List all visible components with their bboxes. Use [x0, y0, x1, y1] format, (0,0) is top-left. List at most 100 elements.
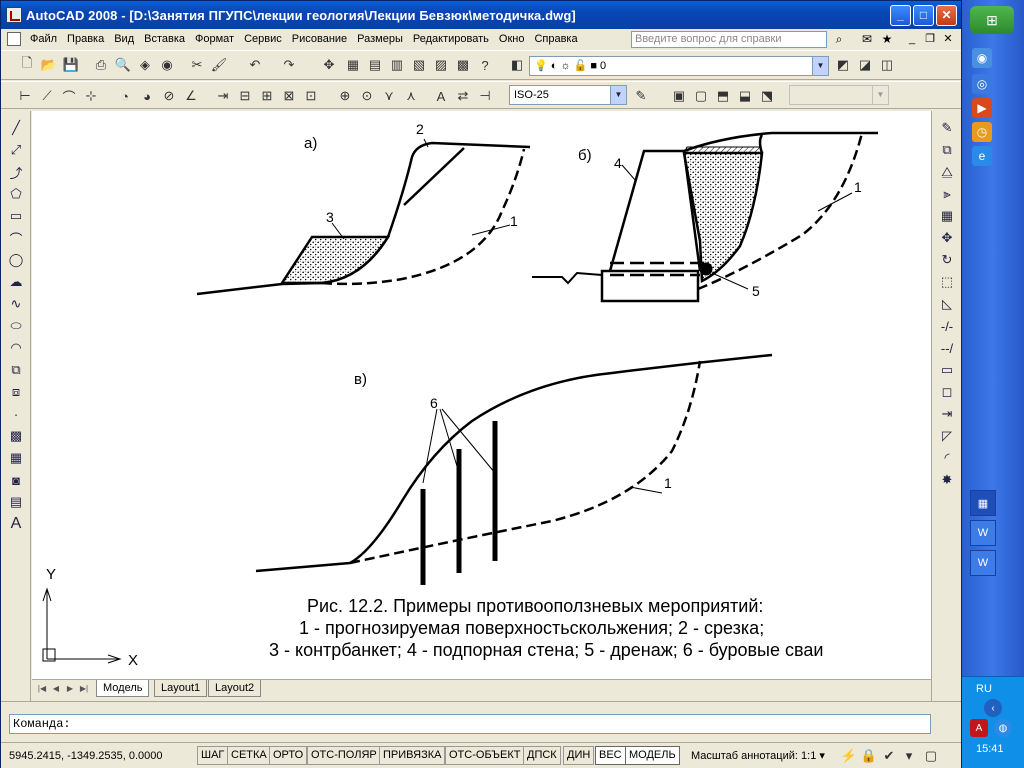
tab-layout2[interactable]: Layout2: [208, 680, 262, 697]
line-icon[interactable]: ╱: [7, 119, 25, 137]
layer-states-icon[interactable]: ◫: [877, 55, 897, 75]
spline-icon[interactable]: ∿: [7, 295, 25, 313]
insert-block-icon[interactable]: ⧉: [7, 361, 25, 379]
maximize-button[interactable]: □: [913, 4, 934, 26]
gradient-icon[interactable]: ▦: [7, 449, 25, 467]
region-icon[interactable]: ◙: [7, 471, 25, 489]
multiline-text-icon[interactable]: A: [7, 515, 25, 533]
3d-dwf-icon[interactable]: ◉: [157, 55, 177, 75]
network-tray-icon[interactable]: ◍: [994, 719, 1012, 737]
diameter-dim-icon[interactable]: ⊘: [159, 86, 179, 106]
task-word-1[interactable]: W: [970, 520, 996, 546]
minimize-button[interactable]: _: [890, 4, 911, 26]
arc-length-icon[interactable]: ⌒: [59, 86, 79, 106]
menu-format[interactable]: Формат: [190, 29, 239, 49]
menu-modify[interactable]: Редактировать: [408, 29, 494, 49]
linear-dim-icon[interactable]: ⊢: [15, 86, 35, 106]
doc-close-icon[interactable]: ✕: [941, 32, 955, 46]
new-file-icon[interactable]: 🗋: [17, 55, 37, 75]
doc-restore-icon[interactable]: ❐: [923, 32, 937, 46]
offset-icon[interactable]: ⫸: [938, 185, 956, 203]
tolerance-icon[interactable]: ⊡: [301, 86, 321, 106]
center-mark-icon[interactable]: ⊕: [335, 86, 355, 106]
stretch-icon[interactable]: ◺: [938, 295, 956, 313]
quick-dim-icon[interactable]: ⇥: [213, 86, 233, 106]
first-tab-icon[interactable]: |◀: [36, 682, 48, 695]
help-icon[interactable]: ?: [475, 55, 495, 75]
task-word-2[interactable]: W: [970, 550, 996, 576]
point-icon[interactable]: ·: [7, 405, 25, 423]
tab-layout1[interactable]: Layout1: [154, 680, 208, 697]
quick-leader-icon[interactable]: ⊠: [279, 86, 299, 106]
polygon-icon[interactable]: ⬠: [7, 185, 25, 203]
model-toggle[interactable]: МОДЕЛЬ: [625, 746, 680, 765]
revision-cloud-icon[interactable]: ☁: [7, 273, 25, 291]
chevron-down-icon[interactable]: ▼: [610, 86, 626, 104]
menu-draw[interactable]: Рисование: [287, 29, 352, 49]
drawing-canvas[interactable]: а) 2 3 1 б) 4 5 1 в) 6 1 Y X Рис. 12.2. …: [32, 111, 931, 679]
move-icon[interactable]: ✥: [938, 229, 956, 247]
ducs-toggle[interactable]: ДПСК: [523, 746, 561, 765]
hatch-icon[interactable]: ▩: [7, 427, 25, 445]
dim-style-icon[interactable]: ⊣: [475, 86, 495, 106]
last-tab-icon[interactable]: ▶|: [78, 682, 90, 695]
radius-dim-icon[interactable]: ◔: [115, 86, 135, 106]
polar-toggle[interactable]: ОТС-ПОЛЯР: [307, 746, 381, 765]
osnap-toggle[interactable]: ПРИВЯЗКА: [379, 746, 446, 765]
extend-icon[interactable]: --/: [938, 339, 956, 357]
erase-icon[interactable]: ✎: [938, 119, 956, 137]
toolbar-lock-icon[interactable]: 🔒: [859, 746, 879, 766]
properties-icon[interactable]: ▦: [343, 55, 363, 75]
pan-icon[interactable]: ✥: [319, 55, 339, 75]
scale-icon[interactable]: ⬚: [938, 273, 956, 291]
command-input[interactable]: Команда:: [9, 714, 931, 734]
chamfer-icon[interactable]: ◸: [938, 427, 956, 445]
chevron-down-icon[interactable]: ▼: [872, 86, 888, 104]
trim-icon[interactable]: -/-: [938, 317, 956, 335]
arc-icon[interactable]: ⌒: [7, 229, 25, 247]
inspection-icon[interactable]: ⊙: [357, 86, 377, 106]
continue-dim-icon[interactable]: ⊞: [257, 86, 277, 106]
make-block-icon[interactable]: ⧈: [7, 383, 25, 401]
viewport-icon[interactable]: ▣: [669, 86, 689, 106]
favorites-star-icon[interactable]: ★: [879, 31, 895, 47]
tab-model[interactable]: Модель: [96, 680, 150, 697]
viewport-scale-icon[interactable]: ⬔: [757, 86, 777, 106]
next-tab-icon[interactable]: ▶: [64, 682, 76, 695]
layer-manager-icon[interactable]: ◧: [507, 55, 527, 75]
close-button[interactable]: ✕: [936, 4, 957, 26]
rectangle-icon[interactable]: ▭: [7, 207, 25, 225]
mirror-icon[interactable]: ⧋: [938, 163, 956, 181]
status-menu-icon[interactable]: ▾: [899, 746, 919, 766]
angular-dim-icon[interactable]: ∠: [181, 86, 201, 106]
jogged-dim-icon[interactable]: ◕: [137, 86, 157, 106]
calculator-icon[interactable]: ▩: [453, 55, 473, 75]
annotation-scale[interactable]: Масштаб аннотаций: 1:1 ▾: [691, 747, 825, 765]
open-file-icon[interactable]: 📂: [39, 55, 59, 75]
ellipse-arc-icon[interactable]: ◠: [7, 339, 25, 357]
break-at-point-icon[interactable]: ▭: [938, 361, 956, 379]
task-autocad[interactable]: ▦: [970, 490, 996, 516]
document-icon[interactable]: [7, 32, 21, 46]
join-icon[interactable]: ⇥: [938, 405, 956, 423]
aligned-dim-icon[interactable]: ⟋: [37, 86, 57, 106]
circle-icon[interactable]: ◯: [7, 251, 25, 269]
tray-collapse-icon[interactable]: ‹: [984, 699, 1002, 717]
copy-icon[interactable]: ⧉: [938, 141, 956, 159]
menu-dimension[interactable]: Размеры: [352, 29, 408, 49]
layer-previous-icon[interactable]: ◪: [855, 55, 875, 75]
snap-toggle[interactable]: ШАГ: [197, 746, 229, 765]
tool-palettes-icon[interactable]: ▥: [387, 55, 407, 75]
start-button[interactable]: ⊞: [970, 6, 1014, 34]
break-icon[interactable]: ◻: [938, 383, 956, 401]
polygonal-viewport-icon[interactable]: ⬒: [713, 86, 733, 106]
prev-tab-icon[interactable]: ◀: [50, 682, 62, 695]
lineweight-toggle[interactable]: ВЕС: [595, 746, 626, 765]
menu-file[interactable]: Файл: [25, 29, 62, 49]
ortho-toggle[interactable]: ОРТО: [269, 746, 308, 765]
quicklaunch-icon-1[interactable]: ◉: [972, 48, 992, 68]
quicklaunch-icon-2[interactable]: ◎: [972, 74, 992, 94]
menu-edit[interactable]: Правка: [62, 29, 109, 49]
clean-screen-icon[interactable]: ▢: [921, 746, 941, 766]
jogged-linear-icon[interactable]: ⋎: [379, 86, 399, 106]
